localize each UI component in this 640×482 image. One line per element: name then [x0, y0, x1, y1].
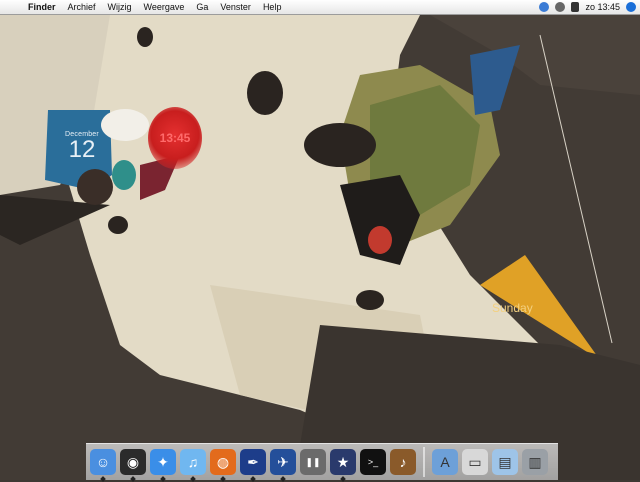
pause-icon[interactable]: ❚❚ [300, 449, 326, 475]
running-indicator [100, 476, 106, 482]
wallpaper-art [0, 15, 640, 480]
menubar-clock[interactable]: zo 13:45 [585, 2, 620, 12]
menu-wijzig[interactable]: Wijzig [102, 0, 138, 14]
applications-folder-icon[interactable]: A [432, 449, 458, 475]
dock: ☺ ◉ ✦ ♫ ◍ ✒ ✈ ❚❚ ★ >_ ♪ A ▭ ▤ ▥ [86, 443, 558, 482]
imovie-icon[interactable]: ★ [330, 449, 356, 482]
clock-widget[interactable]: 13:45 [148, 107, 202, 169]
running-indicator [280, 476, 286, 482]
dashboard-icon[interactable]: ◉ [120, 449, 146, 482]
trash-icon[interactable]: ▥ [522, 449, 548, 475]
running-indicator [250, 476, 256, 482]
menu-finder[interactable]: Finder [22, 0, 62, 14]
running-indicator [160, 476, 166, 482]
menu-weergave[interactable]: Weergave [138, 0, 191, 14]
timemachine-icon[interactable] [555, 2, 566, 12]
desktop-wallpaper: December 12 13:45 Sunday [0, 15, 640, 480]
adium-icon[interactable]: ✈ [270, 449, 296, 482]
calendar-day: 12 [68, 136, 96, 163]
quill-icon[interactable]: ✒ [240, 449, 266, 482]
terminal-icon[interactable]: >_ [360, 449, 386, 475]
menu-venster[interactable]: Venster [214, 0, 257, 14]
firefox-icon[interactable]: ◍ [210, 449, 236, 482]
weather-day-label: Sunday [492, 301, 533, 315]
menu-archief[interactable]: Archief [62, 0, 102, 14]
running-indicator [220, 476, 226, 482]
running-indicator [340, 476, 346, 482]
menu-ga[interactable]: Ga [190, 0, 214, 14]
menu-help[interactable]: Help [257, 0, 288, 14]
menu-bar: Finder Archief Wijzig Weergave Ga Venste… [0, 0, 640, 15]
calendar-widget[interactable]: December 12 [56, 131, 108, 173]
running-indicator [130, 476, 136, 482]
safari-icon[interactable]: ✦ [150, 449, 176, 482]
finder-icon[interactable]: ☺ [90, 449, 116, 482]
clock-widget-time: 13:45 [159, 131, 191, 145]
garageband-icon[interactable]: ♪ [390, 449, 416, 475]
weather-widget[interactable]: Sunday [492, 301, 533, 315]
documents-icon[interactable]: ▤ [492, 449, 518, 475]
status-area: zo 13:45 [539, 0, 636, 14]
dock-separator [423, 447, 425, 477]
itunes-icon[interactable]: ♫ [180, 449, 206, 482]
spotlight-icon[interactable] [626, 2, 636, 12]
volume-icon[interactable] [571, 2, 580, 12]
running-indicator [190, 476, 196, 482]
bluetooth-icon[interactable] [539, 2, 550, 12]
disk-icon[interactable]: ▭ [462, 449, 488, 475]
